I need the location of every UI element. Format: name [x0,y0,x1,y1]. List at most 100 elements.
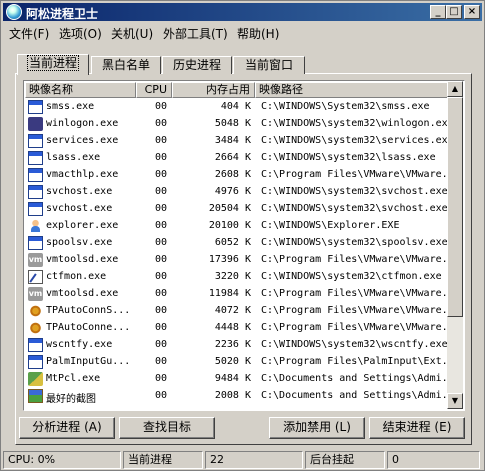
find-target-button[interactable]: 查找目标 [119,417,215,439]
process-name: winlogon.exe [46,118,119,129]
tab-current-processes[interactable]: 当前进程 [17,54,89,75]
process-path: C:\Program Files\VMware\VMware... [261,254,449,265]
analyze-process-button[interactable]: 分析进程 (A) [19,417,115,439]
process-name: PalmInputGu... [46,356,131,367]
process-name: TPAutoConne... [46,322,131,333]
table-row[interactable]: lsass.exe 00 2664 K C:\WINDOWS\system32\lsa… [25,150,449,167]
process-path: C:\WINDOWS\system32\spoolsv.exe [261,237,448,248]
process-path: C:\WINDOWS\system32\ctfmon.exe [261,271,442,282]
process-memory: 4072 K [214,305,251,316]
process-memory: 3484 K [214,135,251,146]
table-row[interactable]: explorer.exe 00 20100 K C:\WINDOWS\Explorer… [25,218,449,235]
window-title: 阿松进程卫士 [26,7,99,21]
table-row[interactable]: services.exe 00 3484 K C:\WINDOWS\system32\… [25,133,449,150]
table-row[interactable]: winlogon.exe 00 5048 K C:\WINDOWS\system32\… [25,116,449,133]
table-row[interactable]: smss.exe 00 404 K C:\WINDOWS\System32\smss.… [25,99,449,116]
table-row[interactable]: vm vmtoolsd.exe 00 17396 K C:\Program Files\… [25,252,449,269]
table-row[interactable]: vmacthlp.exe 00 2608 K C:\Program Files\VMw… [25,167,449,184]
table-row[interactable]: spoolsv.exe 00 6052 K C:\WINDOWS\system32\s… [25,235,449,252]
process-path: C:\Program Files\VMware\VMware... [261,322,449,333]
table-row[interactable]: svchost.exe 00 20504 K C:\WINDOWS\system32\… [25,201,449,218]
process-name: smss.exe [46,101,95,112]
col-cpu[interactable]: CPU [136,82,172,98]
process-path: C:\Program Files\VMware\VMware... [261,305,449,316]
add-ban-button[interactable]: 添加禁用 (L) [269,417,365,439]
status-suspended-label: 后台挂起 [305,451,385,469]
process-memory: 4976 K [214,186,251,197]
status-process-count: 22 [205,451,303,469]
menu-file[interactable]: 文件(F) [9,25,49,42]
process-path: C:\WINDOWS\system32\services.exe [261,135,449,146]
window-icon [28,168,43,182]
menu-options[interactable]: 选项(O) [59,25,102,42]
table-row[interactable]: svchost.exe 00 4976 K C:\WINDOWS\system32\s… [25,184,449,201]
table-row[interactable]: MtPcl.exe 00 9484 K C:\Documents and Settin… [25,371,449,388]
process-name: ctfmon.exe [46,271,107,282]
process-name: explorer.exe [46,220,119,231]
status-bar: CPU: 0% 当前进程 22 后台挂起 0 [3,451,482,469]
process-memory: 20100 K [208,220,251,231]
tab-history-processes[interactable]: 历史进程 [162,56,232,74]
scroll-down-icon[interactable]: ▼ [447,393,463,409]
process-path: C:\WINDOWS\system32\winlogon.exe [261,118,449,129]
close-button[interactable]: × [464,5,480,19]
process-name: svchost.exe [46,203,113,214]
table-row[interactable]: vm vmtoolsd.exe 00 11984 K C:\Program Files\… [25,286,449,303]
window-icon [28,100,43,114]
window-icon [28,338,43,352]
person-icon [28,219,43,233]
process-path: C:\WINDOWS\System32\smss.exe [261,101,430,112]
process-path: C:\Program Files\VMware\VMware... [261,288,449,299]
gear-icon [28,321,43,335]
process-name: wscntfy.exe [46,339,113,350]
window-icon [28,185,43,199]
menu-help[interactable]: 帮助(H) [237,25,279,42]
gear-icon [28,304,43,318]
window-icon [28,151,43,165]
menu-shutdown[interactable]: 关机(U) [111,25,153,42]
process-memory: 3220 K [214,271,251,282]
table-row[interactable]: TPAutoConnS... 00 4072 K C:\Program Files\V… [25,303,449,320]
process-path: C:\WINDOWS\system32\svchost.exe [261,186,448,197]
process-name: spoolsv.exe [46,237,113,248]
process-path: C:\Program Files\PalmInput\Ext... [261,356,449,367]
scroll-thumb[interactable] [447,97,463,317]
process-path: C:\WINDOWS\system32\svchost.exe [261,203,448,214]
process-name: svchost.exe [46,186,113,197]
process-path: C:\WINDOWS\system32\lsass.exe [261,152,436,163]
table-row[interactable]: PalmInputGu... 00 5020 K C:\Program Files\P… [25,354,449,371]
lock-icon [28,117,43,131]
table-row[interactable]: TPAutoConne... 00 4448 K C:\Program Files\V… [25,320,449,337]
window-icon [28,134,43,148]
process-name: vmtoolsd.exe [46,254,119,265]
col-memory[interactable]: 内存占用 [172,82,255,98]
process-name: MtPcl.exe [46,373,101,384]
process-list[interactable]: 映像名称 CPU 内存占用 映像路径 smss.exe 00 404 K C:\WIN… [23,80,465,411]
table-row[interactable]: wscntfy.exe 00 2236 K C:\WINDOWS\system32\w… [25,337,449,354]
process-memory: 9484 K [214,373,251,384]
process-memory: 4448 K [214,322,251,333]
maximize-button[interactable]: □ [446,5,462,19]
window-icon [28,355,43,369]
end-process-button[interactable]: 结束进程 (E) [369,417,465,439]
window-icon [28,236,43,250]
table-row[interactable]: ctfmon.exe 00 3220 K C:\WINDOWS\system32\ct… [25,269,449,286]
vm-icon: vm [28,287,43,301]
scroll-up-icon[interactable]: ▲ [447,81,463,97]
tab-black-white-list[interactable]: 黑白名单 [91,56,161,74]
process-name: lsass.exe [46,152,101,163]
status-cpu: CPU: 0% [3,451,121,469]
col-image-path[interactable]: 映像路径 [255,82,449,98]
minimize-button[interactable]: _ [430,5,446,19]
process-memory: 5048 K [214,118,251,129]
col-image-name[interactable]: 映像名称 [25,82,136,98]
process-memory: 2664 K [214,152,251,163]
table-row[interactable]: 最好的截图 00 2008 K C:\Documents and Settings\A… [25,388,449,405]
vertical-scrollbar[interactable]: ▲ ▼ [447,81,463,409]
process-memory: 11984 K [208,288,251,299]
process-name: 最好的截图 [46,394,96,405]
tab-current-windows[interactable]: 当前窗口 [233,56,305,74]
menu-bar: 文件(F) 选项(O) 关机(U) 外部工具(T) 帮助(H) [3,23,482,42]
title-bar[interactable]: 阿松进程卫士 _ □ × [3,3,482,21]
menu-external-tools[interactable]: 外部工具(T) [163,25,228,42]
